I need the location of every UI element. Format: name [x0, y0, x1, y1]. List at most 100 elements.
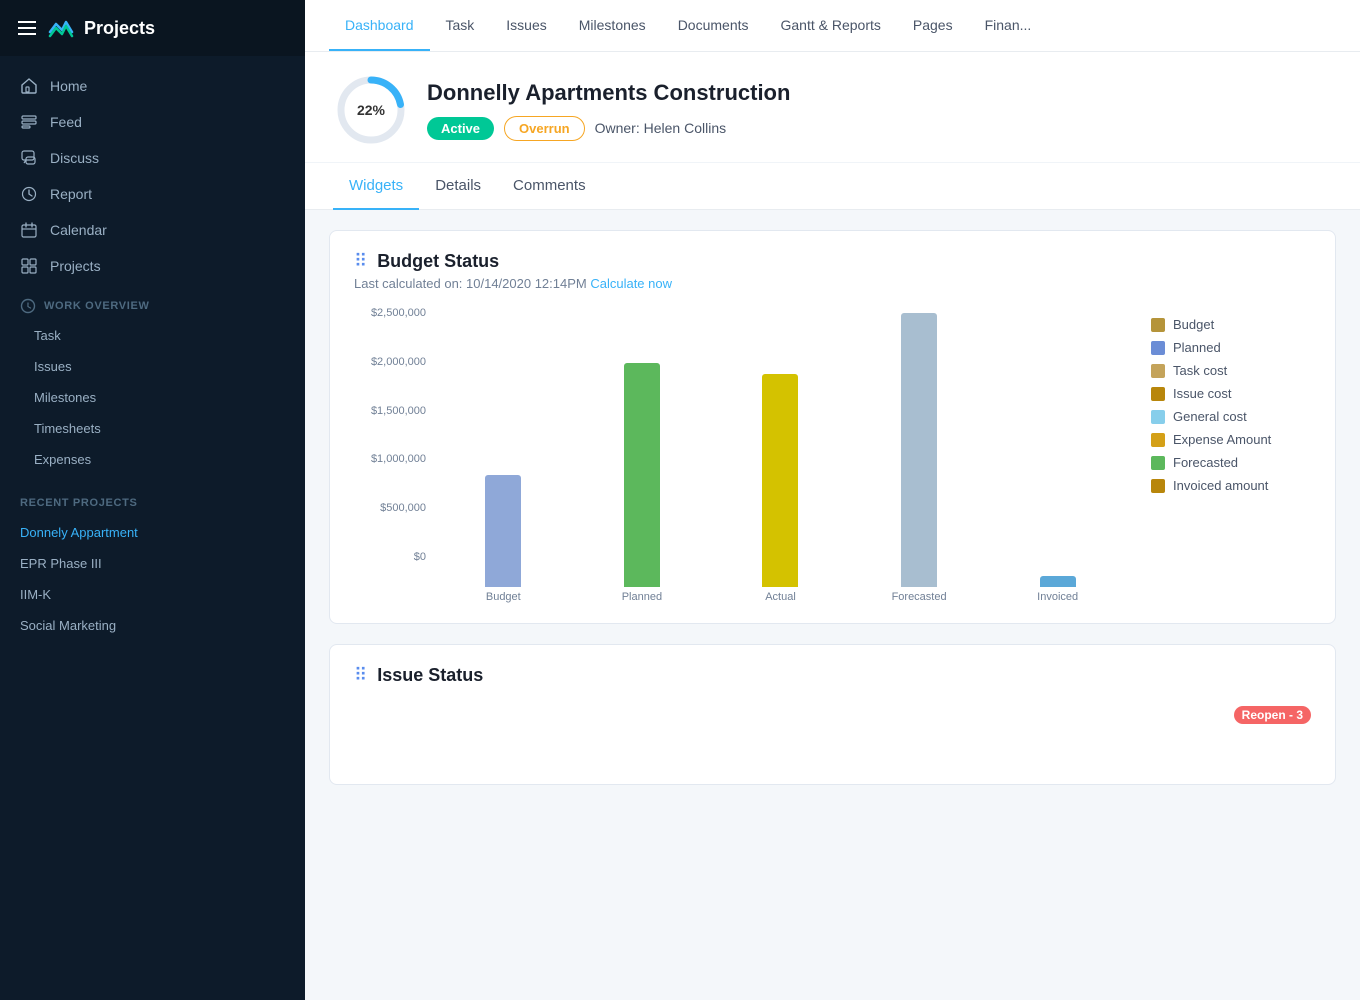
recent-project-epr[interactable]: EPR Phase III — [0, 548, 305, 579]
y-label-1: $2,000,000 — [371, 356, 426, 368]
legend-budget: Budget — [1151, 317, 1311, 332]
sidebar-item-discuss[interactable]: Discuss — [0, 140, 305, 176]
top-nav-issues[interactable]: Issues — [490, 1, 562, 51]
recent-project-social[interactable]: Social Marketing — [0, 610, 305, 641]
issue-status-content: Reopen - 3 — [354, 690, 1311, 724]
sidebar-sub-task[interactable]: Task — [0, 320, 305, 351]
tab-comments[interactable]: Comments — [497, 163, 602, 210]
issue-widget-title: Issue Status — [377, 665, 483, 686]
sidebar-title: Projects — [84, 18, 155, 39]
report-icon — [20, 185, 38, 203]
recent-project-donnely[interactable]: Donnely Appartment — [0, 517, 305, 548]
calendar-icon — [20, 221, 38, 239]
tab-widgets[interactable]: Widgets — [333, 163, 419, 210]
calculate-now-link[interactable]: Calculate now — [590, 276, 672, 291]
work-overview-section: WORK OVERVIEW — [0, 284, 305, 320]
chart-container: $2,500,000 $2,000,000 $1,500,000 $1,000,… — [354, 307, 1311, 603]
sidebar-sub-expenses[interactable]: Expenses — [0, 444, 305, 475]
x-label-planned: Planned — [573, 587, 712, 603]
legend-dot-general-cost — [1151, 410, 1165, 424]
top-nav-milestones[interactable]: Milestones — [563, 1, 662, 51]
top-nav: Dashboard Task Issues Milestones Documen… — [305, 0, 1360, 52]
top-nav-finan[interactable]: Finan... — [969, 1, 1048, 51]
sidebar-item-report[interactable]: Report — [0, 176, 305, 212]
budget-widget-subtitle: Last calculated on: 10/14/2020 12:14PM C… — [354, 276, 1311, 291]
sidebar-sub-issues[interactable]: Issues — [0, 351, 305, 382]
legend-task-cost: Task cost — [1151, 363, 1311, 378]
sidebar-item-calendar[interactable]: Calendar — [0, 212, 305, 248]
top-nav-task[interactable]: Task — [430, 1, 491, 51]
hamburger-icon[interactable] — [18, 21, 36, 35]
recent-project-iimk[interactable]: IIM-K — [0, 579, 305, 610]
legend-dot-expense-amount — [1151, 433, 1165, 447]
reopen-badge: Reopen - 3 — [1234, 706, 1311, 724]
y-label-5: $0 — [414, 551, 426, 563]
discuss-icon — [20, 149, 38, 167]
project-info: Donnelly Apartments Construction Active … — [427, 80, 790, 141]
sidebar-sub-timesheets[interactable]: Timesheets — [0, 413, 305, 444]
bar-invoiced — [1040, 576, 1076, 587]
bar-group-planned — [573, 307, 712, 587]
y-label-3: $1,000,000 — [371, 453, 426, 465]
legend-issue-cost: Issue cost — [1151, 386, 1311, 401]
top-nav-documents[interactable]: Documents — [662, 1, 765, 51]
legend-expense-amount: Expense Amount — [1151, 432, 1311, 447]
logo-icon — [46, 14, 74, 42]
y-axis: $2,500,000 $2,000,000 $1,500,000 $1,000,… — [354, 307, 434, 563]
work-overview-label: WORK OVERVIEW — [44, 300, 150, 312]
top-nav-gantt[interactable]: Gantt & Reports — [765, 1, 897, 51]
top-nav-dashboard[interactable]: Dashboard — [329, 1, 430, 51]
budget-widget-title: Budget Status — [377, 251, 499, 272]
legend-planned: Planned — [1151, 340, 1311, 355]
bar-chart: $2,500,000 $2,000,000 $1,500,000 $1,000,… — [354, 307, 1127, 603]
home-icon — [20, 77, 38, 95]
sidebar-item-feed[interactable]: Feed — [0, 104, 305, 140]
bar-group-invoiced — [988, 307, 1127, 587]
sidebar-item-projects-label: Projects — [50, 258, 101, 274]
bar-planned — [624, 363, 660, 587]
project-name: Donnelly Apartments Construction — [427, 80, 790, 106]
x-label-budget: Budget — [434, 587, 573, 603]
chart-area: $2,500,000 $2,000,000 $1,500,000 $1,000,… — [354, 307, 1127, 603]
project-header: 22% Donnelly Apartments Construction Act… — [305, 52, 1360, 163]
sidebar: Projects Home Feed Discuss — [0, 0, 305, 1000]
top-nav-pages[interactable]: Pages — [897, 1, 969, 51]
tab-details[interactable]: Details — [419, 163, 497, 210]
bar-group-budget — [434, 307, 573, 587]
sidebar-item-discuss-label: Discuss — [50, 150, 99, 166]
bar-group-forecasted — [850, 307, 989, 587]
x-axis: Budget Planned Actual Forecasted Invoice… — [354, 587, 1127, 603]
bar-group-actual — [711, 307, 850, 587]
feed-icon — [20, 113, 38, 131]
legend-general-cost: General cost — [1151, 409, 1311, 424]
owner-text: Owner: Helen Collins — [595, 120, 727, 136]
sidebar-item-feed-label: Feed — [50, 114, 82, 130]
legend-dot-issue-cost — [1151, 387, 1165, 401]
x-label-forecasted: Forecasted — [850, 587, 989, 603]
legend-invoiced-amount: Invoiced amount — [1151, 478, 1311, 493]
sidebar-item-report-label: Report — [50, 186, 92, 202]
legend-dot-task-cost — [1151, 364, 1165, 378]
legend-dot-invoiced-amount — [1151, 479, 1165, 493]
work-overview-icon — [20, 298, 36, 314]
budget-status-widget: ⠿ Budget Status Last calculated on: 10/1… — [329, 230, 1336, 624]
legend-dot-forecasted — [1151, 456, 1165, 470]
sub-tabs: Widgets Details Comments — [305, 163, 1360, 210]
x-label-invoiced: Invoiced — [988, 587, 1127, 603]
budget-widget-header: ⠿ Budget Status — [354, 251, 1311, 272]
issue-widget-icon: ⠿ — [354, 665, 367, 686]
bar-actual — [762, 374, 798, 587]
legend-dot-planned — [1151, 341, 1165, 355]
legend-dot-budget — [1151, 318, 1165, 332]
active-badge: Active — [427, 117, 494, 140]
sidebar-item-home[interactable]: Home — [0, 68, 305, 104]
progress-ring: 22% — [333, 72, 409, 148]
sidebar-sub-milestones[interactable]: Milestones — [0, 382, 305, 413]
y-label-4: $500,000 — [380, 502, 426, 514]
sidebar-item-projects[interactable]: Projects — [0, 248, 305, 284]
bar-chart-inner: $2,500,000 $2,000,000 $1,500,000 $1,000,… — [354, 307, 1127, 587]
issue-widget-header: ⠿ Issue Status — [354, 665, 1311, 686]
bar-budget — [485, 475, 521, 587]
y-label-0: $2,500,000 — [371, 307, 426, 319]
bar-forecasted — [901, 313, 937, 587]
